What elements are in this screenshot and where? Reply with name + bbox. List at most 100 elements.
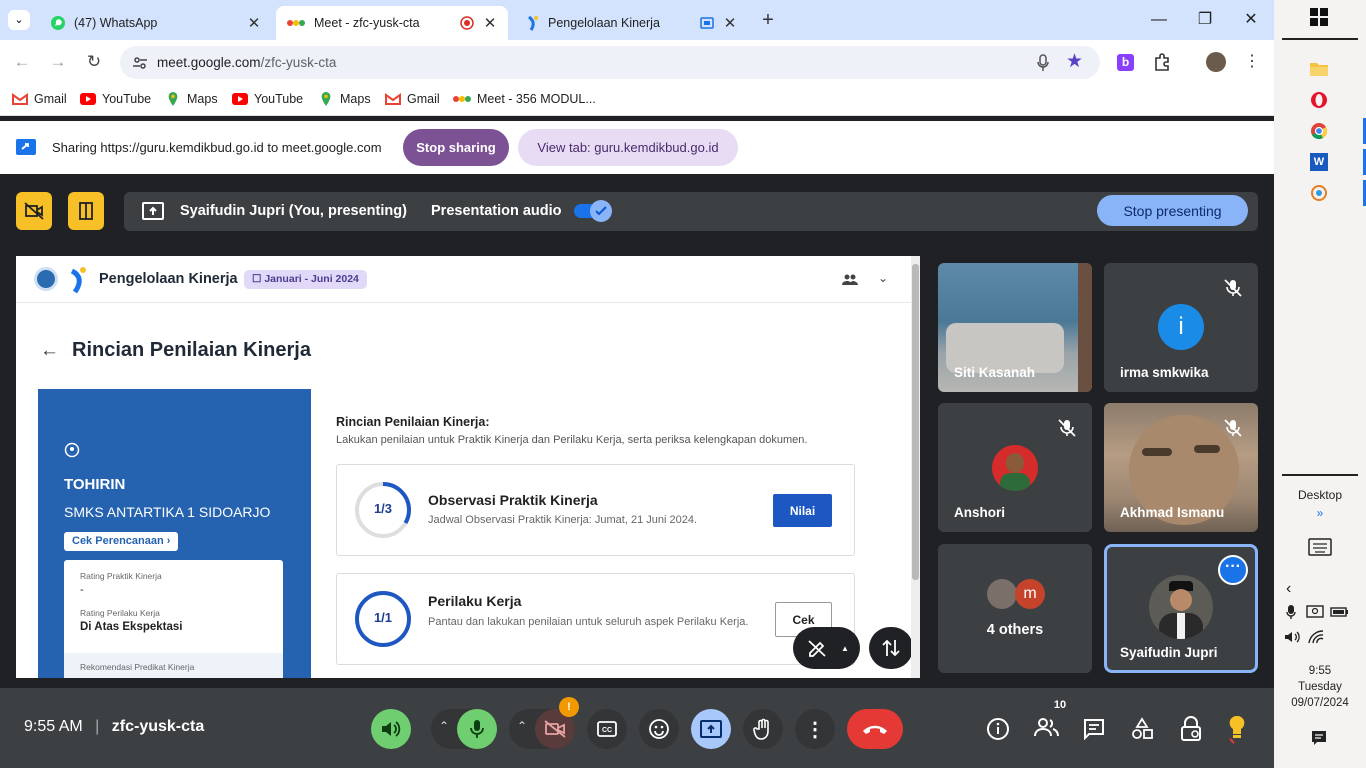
bookmark-label: YouTube [254, 92, 304, 106]
close-tab-icon[interactable]: ✕ [482, 14, 498, 32]
present-now-button[interactable] [691, 709, 731, 749]
forward-button[interactable]: → [46, 50, 70, 74]
people-icon[interactable] [842, 274, 858, 286]
stop-sharing-button[interactable]: Stop sharing [403, 129, 509, 166]
desktop-toolbar-label[interactable]: Desktop [1274, 488, 1366, 502]
bookmark-star-icon[interactable]: ★ [1066, 50, 1083, 73]
display-icon[interactable] [1306, 604, 1324, 620]
participant-tile[interactable]: Akhmad Ismanu [1104, 403, 1258, 532]
minimize-button[interactable]: — [1144, 8, 1174, 32]
share-screen-icon [16, 139, 36, 155]
site-info-icon[interactable] [132, 55, 148, 71]
profile-avatar[interactable] [1206, 52, 1226, 72]
chevron-down-icon[interactable]: ⌄ [878, 271, 888, 285]
chrome-icon[interactable] [1310, 122, 1328, 140]
close-tab-icon[interactable]: ✕ [246, 14, 262, 32]
tab-whatsapp[interactable]: (47) WhatsApp ✕ [40, 6, 272, 40]
hand-icon [753, 718, 769, 740]
browser-toolbar: ← → ↻ meet.google.com/zfc-yusk-cta ★ b ⋮ [0, 40, 1274, 84]
raise-hand-button[interactable] [743, 709, 783, 749]
more-options-button[interactable]: ⋮ [795, 709, 835, 749]
turn-off-camera-preview-button[interactable] [16, 192, 52, 230]
bookmark-gmail[interactable]: Gmail [12, 92, 67, 106]
participant-tile[interactable]: Siti Kasanah [938, 263, 1092, 392]
opera-icon[interactable] [1310, 91, 1328, 109]
bookmark-maps[interactable]: Maps [165, 92, 218, 106]
reactions-button[interactable] [639, 709, 679, 749]
file-explorer-icon[interactable] [1310, 60, 1328, 76]
camera-warning-badge: ! [559, 697, 579, 717]
close-tab-icon[interactable]: ✕ [722, 14, 738, 32]
view-tab-button[interactable]: View tab: guru.kemdikbud.go.id [518, 129, 738, 166]
windows-start-icon[interactable] [1310, 8, 1328, 26]
presentation-audio-toggle[interactable] [574, 200, 612, 222]
chevron-right-icon[interactable]: » [1274, 506, 1366, 520]
microphone-icon[interactable] [1286, 604, 1296, 620]
participant-name: Anshori [954, 505, 1006, 520]
avatar: i [1158, 304, 1204, 350]
tab-meet[interactable]: Meet - zfc-yusk-cta ✕ [276, 6, 508, 40]
gmail-icon [385, 93, 401, 105]
current-time: 9:55 AM [24, 718, 83, 735]
touch-keyboard-icon[interactable] [1308, 538, 1332, 556]
back-arrow-icon[interactable]: ← [40, 340, 59, 362]
word-icon[interactable]: W [1310, 153, 1328, 171]
chrome-menu-icon[interactable]: ⋮ [1244, 51, 1260, 71]
close-window-button[interactable]: ✕ [1236, 8, 1266, 32]
audio-output-button[interactable] [371, 709, 411, 749]
participant-tile[interactable]: Anshori [938, 403, 1092, 532]
participant-tile[interactable]: i irma smkwika [1104, 263, 1258, 392]
captions-button[interactable]: CC [587, 709, 627, 749]
chevron-up-icon[interactable]: ⌃ [517, 719, 527, 733]
whatsapp-icon [51, 16, 65, 30]
activities-icon[interactable] [1131, 717, 1153, 741]
new-tab-button[interactable]: + [758, 8, 778, 32]
extension-b-icon[interactable]: b [1117, 54, 1134, 71]
address-bar[interactable]: meet.google.com/zfc-yusk-cta ★ [120, 46, 1100, 79]
tab-pengelolaan-kinerja[interactable]: Pengelolaan Kinerja ✕ [516, 6, 748, 40]
people-button[interactable] [1034, 717, 1062, 741]
chevron-left-icon[interactable]: ‹ [1286, 580, 1291, 598]
restore-button[interactable]: ❐ [1190, 8, 1220, 32]
leave-call-button[interactable] [847, 709, 903, 749]
participant-count-badge: 10 [1047, 696, 1073, 714]
bookmark-meet[interactable]: Meet - 356 MODUL... [453, 92, 596, 106]
bookmark-youtube[interactable]: YouTube [80, 92, 151, 106]
present-screen-icon [142, 202, 164, 220]
layout-button[interactable] [68, 192, 104, 230]
scrollbar-thumb[interactable] [912, 264, 919, 580]
move-toolbar-button[interactable] [869, 627, 913, 669]
avatar [992, 445, 1038, 491]
stop-presenting-button[interactable]: Stop presenting [1097, 195, 1248, 226]
reload-button[interactable]: ↻ [82, 50, 106, 74]
nilai-button[interactable]: Nilai [773, 494, 832, 527]
chevron-up-icon[interactable]: ⌃ [439, 719, 449, 733]
bookmark-gmail[interactable]: Gmail [385, 92, 440, 106]
meeting-details-icon[interactable] [986, 717, 1010, 741]
tab-search-button[interactable]: ⌄ [8, 10, 30, 30]
cek-perencanaan-button[interactable]: Cek Perencanaan › [64, 532, 179, 551]
annotation-tool-button[interactable]: ▲ [793, 627, 860, 669]
more-vert-icon: ⋮ [805, 718, 825, 741]
volume-icon[interactable] [1284, 630, 1302, 644]
wifi-icon[interactable] [1308, 630, 1324, 644]
system-clock[interactable]: 9:55 Tuesday 09/07/2024 [1274, 663, 1366, 711]
present-screen-icon [700, 720, 722, 738]
host-controls-icon[interactable] [1180, 716, 1202, 742]
more-options-icon[interactable]: ··· [1218, 555, 1248, 585]
bookmark-youtube[interactable]: YouTube [232, 92, 303, 106]
sharing-status-text: Sharing https://guru.kemdikbud.go.id to … [52, 140, 382, 155]
lightbulb-icon[interactable] [1228, 714, 1246, 744]
participant-tile[interactable]: m 4 others [938, 544, 1092, 673]
battery-icon[interactable] [1330, 606, 1350, 618]
back-button[interactable]: ← [10, 50, 34, 74]
media-app-icon[interactable] [1310, 184, 1328, 202]
extensions-puzzle-icon[interactable] [1153, 53, 1171, 71]
bookmark-maps[interactable]: Maps [318, 92, 371, 106]
self-tile[interactable]: ··· Syaifudin Jupri [1104, 544, 1258, 673]
microphone-icon[interactable] [1036, 54, 1050, 72]
microphone-button[interactable] [457, 709, 497, 749]
chat-icon[interactable] [1083, 718, 1105, 740]
notifications-icon[interactable] [1311, 730, 1327, 746]
bookmark-label: Maps [340, 92, 371, 106]
